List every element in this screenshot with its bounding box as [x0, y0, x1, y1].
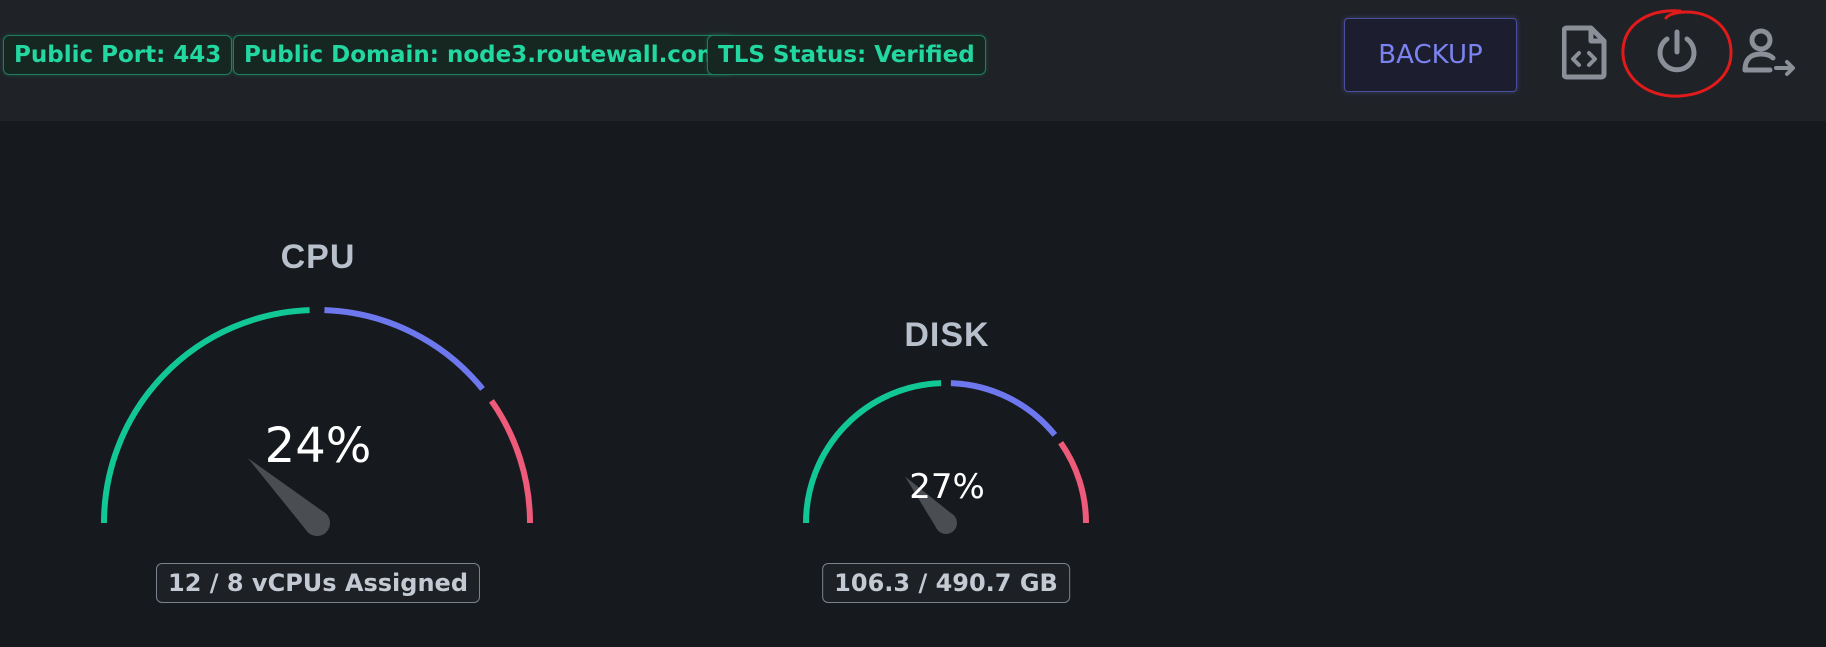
disk-gauge [803, 380, 1089, 534]
disk-arc-mid [950, 380, 1058, 437]
disk-usage-pill: 106.3 / 490.7 GB [822, 563, 1070, 603]
disk-needle-hub [935, 512, 957, 534]
disk-arc-high [1058, 440, 1089, 524]
disk-percent-value: 27% [909, 467, 985, 507]
